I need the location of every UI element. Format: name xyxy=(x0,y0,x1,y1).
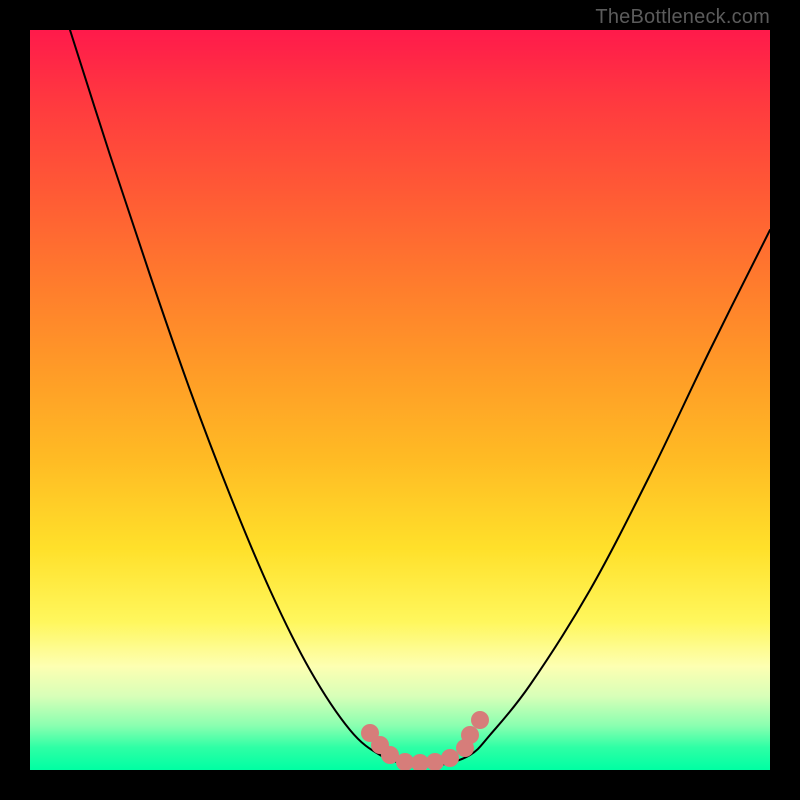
marker-dot xyxy=(471,711,489,729)
v-curve xyxy=(70,30,770,766)
marker-dots xyxy=(361,711,489,770)
plot-area xyxy=(30,30,770,770)
chart-frame: TheBottleneck.com xyxy=(0,0,800,800)
marker-dot xyxy=(461,726,479,744)
marker-dot xyxy=(441,749,459,767)
watermark-text: TheBottleneck.com xyxy=(595,6,770,29)
curve-layer xyxy=(30,30,770,770)
marker-dot xyxy=(426,753,444,770)
